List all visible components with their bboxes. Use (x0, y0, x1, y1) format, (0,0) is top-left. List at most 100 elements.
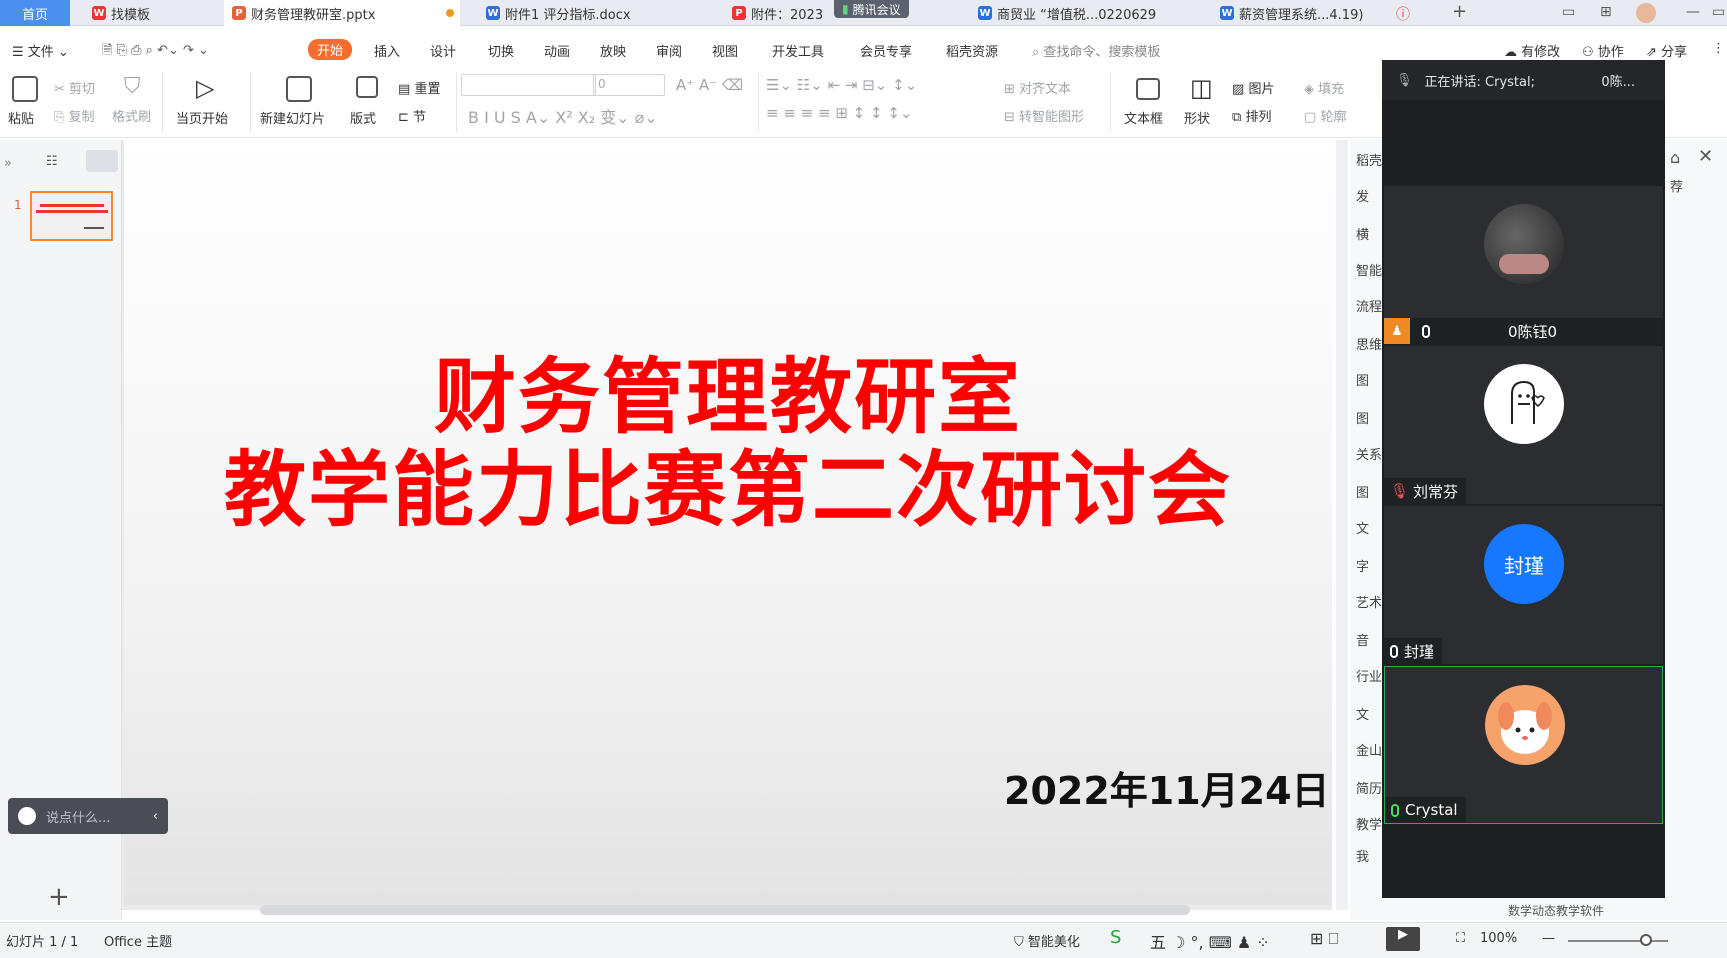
pane-item[interactable]: 思维 (1356, 334, 1382, 353)
zoom-slider[interactable] (1568, 940, 1668, 942)
pane-item[interactable]: 关系 (1356, 444, 1382, 463)
outline-button[interactable]: ▢ 轮廓 (1304, 106, 1346, 125)
participant-tile[interactable]: 🎙 刘常芬 (1384, 346, 1663, 504)
participant-tile-speaking[interactable]: Crystal (1384, 666, 1663, 824)
copy-button[interactable]: ⎘ 复制 (54, 106, 95, 125)
view-mode-icons[interactable]: ⊞ ⎕ (1310, 929, 1338, 949)
new-tab-icon[interactable]: + (1452, 1, 1467, 22)
font-size-select[interactable]: 0 (593, 74, 665, 96)
ime-toolbar-icons[interactable]: 五 ☽ °, ⌨ ♟ ⁘ (1150, 929, 1270, 953)
tab-docer[interactable]: 稻壳资源 (946, 41, 998, 60)
paste-icon[interactable] (12, 76, 38, 102)
collapse-icon[interactable]: ‹ (153, 809, 158, 824)
fill-button[interactable]: ◈ 填充 (1304, 78, 1344, 97)
slide-date[interactable]: 2022年11月24日 (1004, 760, 1330, 815)
layout-icon[interactable]: ▭ (1562, 4, 1575, 20)
fit-icon[interactable]: ⛶ (1456, 931, 1465, 946)
zoom-value[interactable]: 100% (1480, 931, 1517, 946)
tab-view[interactable]: 视图 (712, 41, 738, 60)
ime-logo-icon[interactable]: S (1110, 927, 1121, 948)
collaborate-button[interactable]: ⚇ 协作 (1582, 41, 1624, 60)
recommend-label[interactable]: 荐 (1670, 176, 1683, 195)
add-slide-icon[interactable]: + (48, 882, 70, 912)
tab-developer[interactable]: 开发工具 (772, 41, 824, 60)
thumbnail-view-icon[interactable] (86, 150, 118, 172)
pane-bottom-label[interactable]: 数学动态教学软件 (1508, 902, 1604, 919)
pane-item[interactable]: 简历 (1356, 778, 1382, 797)
arrange-button[interactable]: ⧉ 排列 (1232, 106, 1271, 125)
pane-item[interactable]: 稻壳 (1356, 150, 1382, 169)
tab-docx-salary[interactable]: W 薪资管理系统...4.19) (1212, 0, 1412, 26)
pane-item[interactable]: 艺术 (1356, 592, 1382, 611)
close-icon[interactable]: ✕ (1698, 146, 1713, 167)
pane-item[interactable]: 图 (1356, 370, 1369, 389)
section-button[interactable]: ⊏ 节 (398, 106, 426, 125)
paste-button[interactable]: 粘贴 (8, 108, 34, 127)
avatar[interactable] (1636, 3, 1656, 23)
file-menu[interactable]: ☰ 文件 ⌄ (12, 41, 69, 60)
new-slide-button[interactable]: 新建幻灯片 (260, 108, 325, 127)
warning-icon[interactable]: ⓘ (1396, 4, 1410, 24)
tab-start[interactable]: 开始 (308, 39, 353, 60)
tab-slideshow[interactable]: 放映 (600, 41, 626, 60)
textbox-button[interactable]: 文本框 (1124, 108, 1163, 127)
pane-item[interactable]: 发 (1356, 186, 1369, 205)
slide-title-line2[interactable]: 教学能力比赛第二次研讨会 (124, 423, 1332, 542)
tab-transition[interactable]: 切换 (488, 41, 514, 60)
play-slideshow-button[interactable]: ▶ (1386, 927, 1420, 951)
tab-design[interactable]: 设计 (430, 41, 456, 60)
tab-docx-scoring[interactable]: W 附件1 评分指标.docx (478, 0, 698, 26)
window-icon[interactable]: ▭ (1712, 4, 1725, 20)
format-painter-button[interactable]: 格式刷 (112, 106, 151, 125)
tab-ppt-active[interactable]: P 财务管理教研室.pptx (224, 0, 460, 26)
shape-button[interactable]: 形状 (1184, 108, 1210, 127)
slide-thumbnail[interactable] (30, 191, 113, 241)
pane-item[interactable]: 横 (1356, 224, 1369, 243)
pane-item[interactable]: 教学 (1356, 814, 1382, 833)
pane-item[interactable]: 文 (1356, 518, 1369, 537)
play-current-button[interactable]: 当页开始 (176, 108, 228, 127)
theme-name[interactable]: Office 主题 (104, 931, 172, 950)
pane-item[interactable]: 音 (1356, 630, 1369, 649)
pane-item[interactable]: 行业 (1356, 666, 1382, 685)
expand-icon[interactable]: » (4, 156, 12, 171)
chat-input[interactable]: 说点什么... ‹ (8, 798, 168, 834)
pane-item[interactable]: 图 (1356, 408, 1369, 427)
text-format-icons[interactable]: B I U S A⌄ X² X₂ 变⌄ ⌀⌄ (468, 104, 658, 128)
pane-item[interactable]: 文 (1356, 704, 1369, 723)
more-icon[interactable]: ⋮ (1712, 41, 1725, 56)
tab-docx-vat[interactable]: W 商贸业 “增值税...0220629 (970, 0, 1180, 26)
quick-access-icons[interactable]: 🗎 ⎘ ⎙ ⌕ ↶⌄ ↷ ⌄ (102, 41, 209, 63)
align-icons[interactable]: ≡ ≡ ≡ ≡ ⊞ ↕ ↕ ↕⌄ (766, 104, 913, 122)
outline-view-icon[interactable]: ☷ (46, 154, 58, 169)
participant-tile[interactable]: 封瑾 封瑾 (1384, 506, 1663, 664)
share-button[interactable]: ⇗ 分享 (1646, 41, 1687, 60)
tab-member[interactable]: 会员专享 (860, 41, 912, 60)
minimize-icon[interactable]: — (1686, 4, 1700, 20)
cut-button[interactable]: ✂ 剪切 (54, 78, 95, 97)
grid-icon[interactable]: ⊞ (1600, 4, 1612, 20)
pane-item[interactable]: 字 (1356, 556, 1369, 575)
vertical-scrollbar[interactable] (1336, 140, 1348, 910)
pane-item[interactable]: 智能 (1356, 260, 1382, 279)
slide[interactable]: 财务管理教研室 教学能力比赛第二次研讨会 2022年11月24日 (124, 140, 1332, 905)
beautify-button[interactable]: ⛉ 智能美化 (1014, 931, 1080, 950)
pane-item[interactable]: 流程 (1356, 296, 1382, 315)
font-size-adjust-icons[interactable]: A⁺ A⁻ ⌫ (676, 76, 743, 94)
zoom-slider-handle[interactable] (1640, 934, 1652, 946)
pane-item[interactable]: 金山 (1356, 740, 1382, 759)
meeting-badge[interactable]: ▮ 腾讯会议 (834, 0, 909, 18)
pin-icon[interactable]: ⌂ (1670, 148, 1680, 167)
tab-templates[interactable]: W 找模板 (84, 0, 194, 26)
horizontal-scrollbar[interactable] (260, 905, 1190, 915)
tab-animation[interactable]: 动画 (544, 41, 570, 60)
tab-review[interactable]: 审阅 (656, 41, 682, 60)
pane-item[interactable]: 我 (1356, 846, 1369, 865)
participant-tile[interactable]: ♟ 0陈钰0 (1384, 186, 1663, 344)
pane-item[interactable]: 图 (1356, 482, 1369, 501)
smartart-button[interactable]: ⊟ 转智能图形 (1004, 106, 1084, 125)
list-icons[interactable]: ☰⌄ ☷⌄ ⇤ ⇥ ⊟⌄ ↕⌄ (766, 76, 917, 94)
command-search[interactable]: ⌕ 查找命令、搜索模板 (1032, 41, 1160, 60)
changes-button[interactable]: ☁ 有修改 (1504, 41, 1560, 60)
layout-button[interactable]: 版式 (350, 108, 376, 127)
